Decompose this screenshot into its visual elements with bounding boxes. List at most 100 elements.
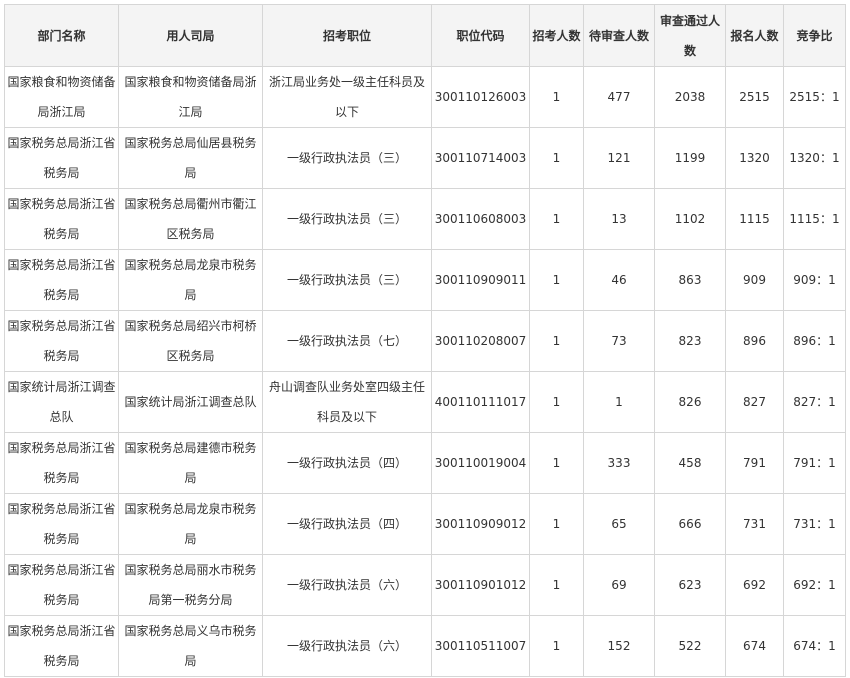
position-code-cell: 300110608003 bbox=[431, 188, 530, 250]
table-body: 国家粮食和物资储备局浙江局 国家粮食和物资储备局浙江局 浙江局业务处一级主任科员及以… bbox=[4, 66, 846, 677]
table-row: 国家税务总局浙江省税务局 国家税务总局衢州市衢江区税务局 一级行政执法员（三） 300… bbox=[4, 188, 846, 250]
position-cell: 一级行政执法员（六） bbox=[262, 554, 432, 616]
position-cell: 一级行政执法员（四） bbox=[262, 432, 432, 494]
dept-name-cell: 国家税务总局浙江省税务局 bbox=[4, 615, 119, 677]
pending-review-cell: 333 bbox=[583, 432, 655, 494]
position-code-cell: 300110019004 bbox=[431, 432, 530, 494]
position-code-cell: 300110126003 bbox=[431, 66, 530, 128]
openings-cell: 1 bbox=[529, 432, 584, 494]
applicants-cell: 896 bbox=[725, 310, 784, 372]
approved-cell: 863 bbox=[654, 249, 726, 311]
pending-review-cell: 73 bbox=[583, 310, 655, 372]
position-code-cell: 300110511007 bbox=[431, 615, 530, 677]
header-row: 部门名称 用人司局 招考职位 职位代码 招考人数 待审查人数 审查通过人数 报名… bbox=[4, 4, 846, 67]
approved-cell: 666 bbox=[654, 493, 726, 555]
approved-cell: 522 bbox=[654, 615, 726, 677]
position-cell: 一级行政执法员（三） bbox=[262, 188, 432, 250]
hiring-bureau-cell: 国家统计局浙江调查总队 bbox=[118, 371, 263, 433]
approved-cell: 823 bbox=[654, 310, 726, 372]
hiring-bureau-cell: 国家税务总局仙居县税务局 bbox=[118, 127, 263, 189]
table-row: 国家税务总局浙江省税务局 国家税务总局龙泉市税务局 一级行政执法员（四） 300110… bbox=[4, 493, 846, 555]
table-row: 国家税务总局浙江省税务局 国家税务总局龙泉市税务局 一级行政执法员（三） 300110… bbox=[4, 249, 846, 311]
competition-ratio-cell: 896：1 bbox=[783, 310, 846, 372]
position-cell: 一级行政执法员（三） bbox=[262, 127, 432, 189]
table-row: 国家统计局浙江调查总队 国家统计局浙江调查总队 舟山调查队业务处室四级主任科员及以下… bbox=[4, 371, 846, 433]
table-row: 国家税务总局浙江省税务局 国家税务总局丽水市税务局第一税务分局 一级行政执法员（六）… bbox=[4, 554, 846, 616]
hiring-bureau-cell: 国家税务总局绍兴市柯桥区税务局 bbox=[118, 310, 263, 372]
openings-cell: 1 bbox=[529, 66, 584, 128]
approved-cell: 1102 bbox=[654, 188, 726, 250]
openings-cell: 1 bbox=[529, 310, 584, 372]
pending-review-cell: 152 bbox=[583, 615, 655, 677]
table-row: 国家税务总局浙江省税务局 国家税务总局仙居县税务局 一级行政执法员（三） 300110… bbox=[4, 127, 846, 189]
position-cell: 一级行政执法员（四） bbox=[262, 493, 432, 555]
dept-name-cell: 国家税务总局浙江省税务局 bbox=[4, 188, 119, 250]
pending-review-cell: 46 bbox=[583, 249, 655, 311]
competition-ratio-cell: 674：1 bbox=[783, 615, 846, 677]
applicant-stats-table: 部门名称 用人司局 招考职位 职位代码 招考人数 待审查人数 审查通过人数 报名… bbox=[4, 4, 846, 677]
pending-review-cell: 69 bbox=[583, 554, 655, 616]
dept-name-cell: 国家税务总局浙江省税务局 bbox=[4, 493, 119, 555]
dept-name-cell: 国家税务总局浙江省税务局 bbox=[4, 249, 119, 311]
applicants-cell: 2515 bbox=[725, 66, 784, 128]
competition-ratio-cell: 692：1 bbox=[783, 554, 846, 616]
approved-cell: 2038 bbox=[654, 66, 726, 128]
table-row: 国家税务总局浙江省税务局 国家税务总局绍兴市柯桥区税务局 一级行政执法员（七） 300… bbox=[4, 310, 846, 372]
header-openings: 招考人数 bbox=[529, 4, 584, 67]
position-cell: 一级行政执法员（六） bbox=[262, 615, 432, 677]
competition-ratio-cell: 731：1 bbox=[783, 493, 846, 555]
position-code-cell: 300110714003 bbox=[431, 127, 530, 189]
table-row: 国家税务总局浙江省税务局 国家税务总局义乌市税务局 一级行政执法员（六） 300110… bbox=[4, 615, 846, 677]
approved-cell: 623 bbox=[654, 554, 726, 616]
header-position: 招考职位 bbox=[262, 4, 432, 67]
header-dept-name: 部门名称 bbox=[4, 4, 119, 67]
pending-review-cell: 13 bbox=[583, 188, 655, 250]
competition-ratio-cell: 827：1 bbox=[783, 371, 846, 433]
position-cell: 一级行政执法员（七） bbox=[262, 310, 432, 372]
dept-name-cell: 国家税务总局浙江省税务局 bbox=[4, 554, 119, 616]
hiring-bureau-cell: 国家税务总局建德市税务局 bbox=[118, 432, 263, 494]
pending-review-cell: 1 bbox=[583, 371, 655, 433]
openings-cell: 1 bbox=[529, 493, 584, 555]
approved-cell: 1199 bbox=[654, 127, 726, 189]
pending-review-cell: 477 bbox=[583, 66, 655, 128]
applicants-cell: 791 bbox=[725, 432, 784, 494]
position-cell: 舟山调查队业务处室四级主任科员及以下 bbox=[262, 371, 432, 433]
header-applicants: 报名人数 bbox=[725, 4, 784, 67]
openings-cell: 1 bbox=[529, 615, 584, 677]
position-code-cell: 300110909011 bbox=[431, 249, 530, 311]
header-pending-review: 待审查人数 bbox=[583, 4, 655, 67]
dept-name-cell: 国家统计局浙江调查总队 bbox=[4, 371, 119, 433]
position-code-cell: 300110208007 bbox=[431, 310, 530, 372]
dept-name-cell: 国家税务总局浙江省税务局 bbox=[4, 310, 119, 372]
competition-ratio-cell: 791：1 bbox=[783, 432, 846, 494]
header-position-code: 职位代码 bbox=[431, 4, 530, 67]
hiring-bureau-cell: 国家税务总局龙泉市税务局 bbox=[118, 249, 263, 311]
competition-ratio-cell: 1115：1 bbox=[783, 188, 846, 250]
hiring-bureau-cell: 国家粮食和物资储备局浙江局 bbox=[118, 66, 263, 128]
hiring-bureau-cell: 国家税务总局义乌市税务局 bbox=[118, 615, 263, 677]
position-code-cell: 300110901012 bbox=[431, 554, 530, 616]
openings-cell: 1 bbox=[529, 127, 584, 189]
header-hiring-bureau: 用人司局 bbox=[118, 4, 263, 67]
applicants-cell: 674 bbox=[725, 615, 784, 677]
applicants-cell: 1320 bbox=[725, 127, 784, 189]
position-code-cell: 400110111017 bbox=[431, 371, 530, 433]
dept-name-cell: 国家税务总局浙江省税务局 bbox=[4, 432, 119, 494]
openings-cell: 1 bbox=[529, 249, 584, 311]
dept-name-cell: 国家税务总局浙江省税务局 bbox=[4, 127, 119, 189]
competition-ratio-cell: 2515：1 bbox=[783, 66, 846, 128]
position-cell: 浙江局业务处一级主任科员及以下 bbox=[262, 66, 432, 128]
applicants-cell: 1115 bbox=[725, 188, 784, 250]
position-cell: 一级行政执法员（三） bbox=[262, 249, 432, 311]
applicants-cell: 827 bbox=[725, 371, 784, 433]
applicants-cell: 692 bbox=[725, 554, 784, 616]
table-row: 国家粮食和物资储备局浙江局 国家粮食和物资储备局浙江局 浙江局业务处一级主任科员及以… bbox=[4, 66, 846, 128]
position-code-cell: 300110909012 bbox=[431, 493, 530, 555]
dept-name-cell: 国家粮食和物资储备局浙江局 bbox=[4, 66, 119, 128]
openings-cell: 1 bbox=[529, 554, 584, 616]
hiring-bureau-cell: 国家税务总局龙泉市税务局 bbox=[118, 493, 263, 555]
approved-cell: 458 bbox=[654, 432, 726, 494]
competition-ratio-cell: 1320：1 bbox=[783, 127, 846, 189]
openings-cell: 1 bbox=[529, 371, 584, 433]
